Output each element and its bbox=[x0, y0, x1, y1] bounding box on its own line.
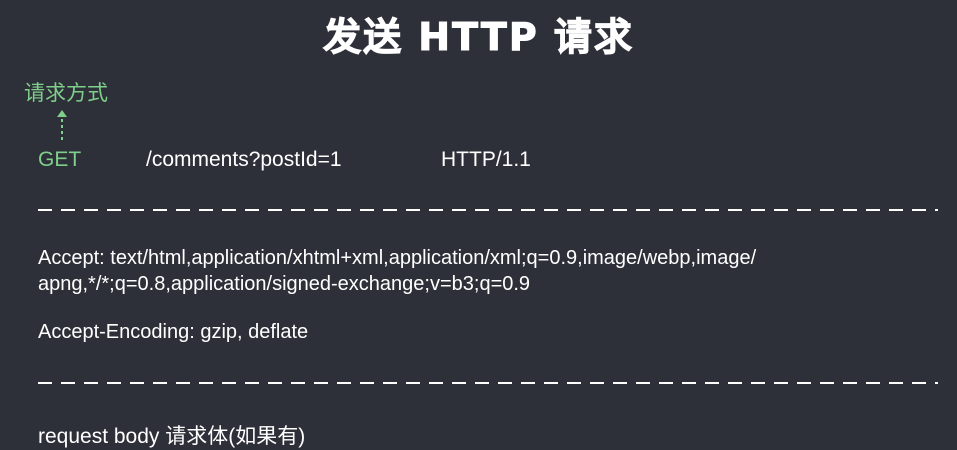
divider-bottom bbox=[38, 382, 938, 384]
request-path: /comments?postId=1 bbox=[146, 148, 342, 171]
header-accept-encoding: Accept-Encoding: gzip, deflate bbox=[38, 321, 309, 343]
request-version: HTTP/1.1 bbox=[441, 148, 531, 171]
header-accept-line2: apng,*/*;q=0.8,application/signed-exchan… bbox=[38, 273, 531, 295]
divider-top bbox=[38, 209, 938, 211]
page-title: 发送 HTTP 请求 bbox=[323, 15, 634, 60]
request-method: GET bbox=[38, 148, 82, 171]
request-body-label: request body 请求体(如果有) bbox=[38, 425, 306, 448]
header-accept-line1: Accept: text/html,application/xhtml+xml,… bbox=[38, 247, 757, 269]
dotted-arrow-up-icon bbox=[57, 110, 67, 142]
method-caption: 请求方式 bbox=[24, 81, 108, 105]
